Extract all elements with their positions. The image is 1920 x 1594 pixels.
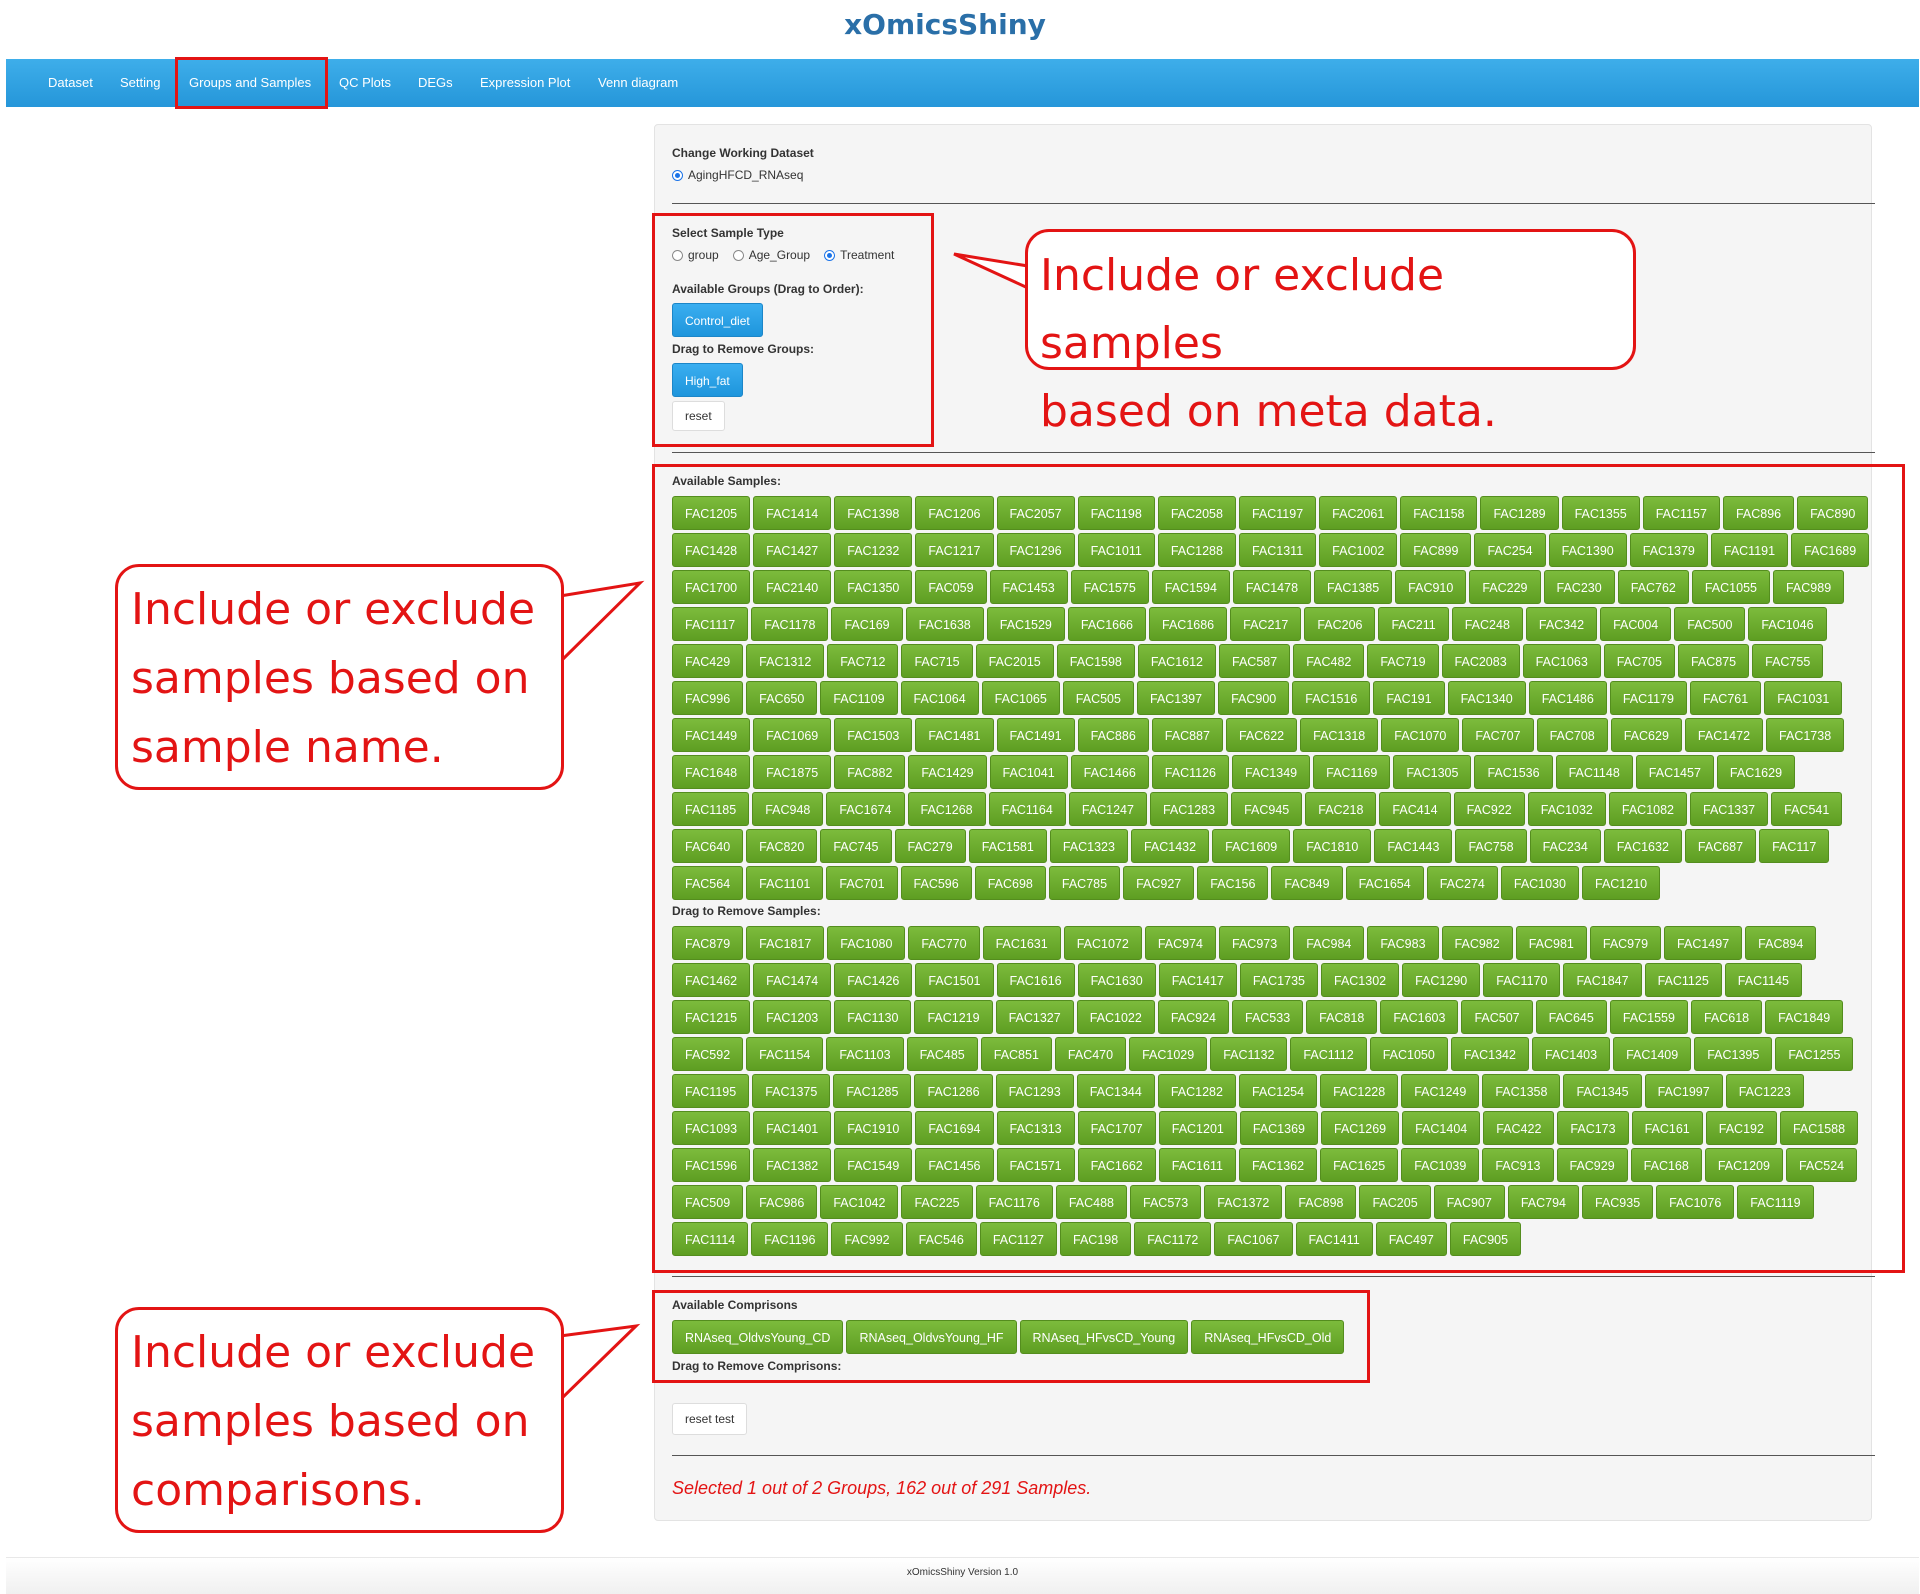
callout-sample-name: Include or exclude samples based on samp… xyxy=(115,564,564,790)
callout-sample-name-text: Include or exclude samples based on samp… xyxy=(131,584,536,773)
highlight-nav-tab xyxy=(175,57,328,109)
dataset-option-label: AgingHFCD_RNAseq xyxy=(688,168,804,182)
selection-status: Selected 1 out of 2 Groups, 162 out of 2… xyxy=(672,1478,1092,1498)
callout-comparisons-text: Include or exclude samples based on comp… xyxy=(131,1327,536,1516)
divider xyxy=(672,452,1875,453)
dataset-label: Change Working Dataset xyxy=(672,146,814,160)
callout-meta-data: Include or exclude samples based on meta… xyxy=(1025,229,1636,437)
reset-test-button[interactable]: reset test xyxy=(672,1403,748,1435)
dataset-radio-group: AgingHFCD_RNAseq xyxy=(672,168,803,182)
nav-tab-venn-diagram[interactable]: Venn diagram xyxy=(598,59,678,107)
divider xyxy=(672,1455,1875,1456)
highlight-meta-section xyxy=(652,213,934,447)
divider xyxy=(672,1276,1875,1277)
nav-tab-dataset[interactable]: Dataset xyxy=(48,59,93,107)
nav-tab-degs[interactable]: DEGs xyxy=(418,59,453,107)
divider xyxy=(672,203,1875,204)
highlight-comparisons-section xyxy=(652,1290,1370,1383)
callout-meta-data-text: Include or exclude samples based on meta… xyxy=(1040,250,1497,437)
nav-tab-qc-plots[interactable]: QC Plots xyxy=(339,59,391,107)
highlight-samples-section xyxy=(652,464,1905,1273)
nav-tab-expression-plot[interactable]: Expression Plot xyxy=(480,59,570,107)
dataset-radio[interactable] xyxy=(672,169,683,181)
app-title: xOmicsShiny xyxy=(844,8,1046,41)
callout-comparisons: Include or exclude samples based on comp… xyxy=(115,1307,564,1533)
nav-tab-setting[interactable]: Setting xyxy=(120,59,160,107)
footer: xOmicsShiny Version 1.0 xyxy=(6,1557,1919,1594)
